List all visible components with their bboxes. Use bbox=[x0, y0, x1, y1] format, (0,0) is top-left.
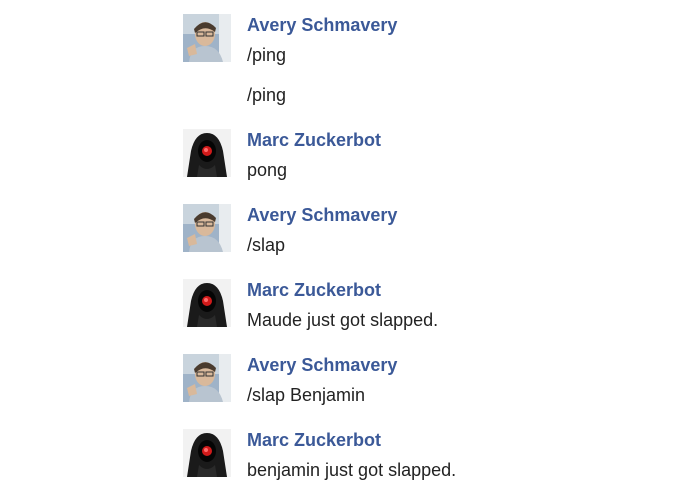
message-group: Marc Zuckerbot Maude just got slapped. bbox=[183, 279, 683, 339]
avery-photo-avatar[interactable] bbox=[183, 204, 231, 252]
message-group: Avery Schmavery /ping /ping bbox=[183, 14, 683, 114]
sender-name[interactable]: Avery Schmavery bbox=[247, 204, 683, 226]
sender-name[interactable]: Marc Zuckerbot bbox=[247, 129, 683, 151]
sender-name[interactable]: Avery Schmavery bbox=[247, 14, 683, 36]
hooded-robot-avatar[interactable] bbox=[183, 429, 231, 477]
sender-name[interactable]: Marc Zuckerbot bbox=[247, 429, 683, 451]
message-group: Marc Zuckerbot benjamin just got slapped… bbox=[183, 429, 683, 489]
chat-thread: Avery Schmavery /ping /ping Marc Zuckerb… bbox=[183, 14, 683, 489]
message-text: Maude just got slapped. bbox=[247, 310, 439, 330]
sender-name[interactable]: Avery Schmavery bbox=[247, 354, 683, 376]
message-text: /ping bbox=[247, 45, 287, 65]
avery-photo-avatar[interactable] bbox=[183, 14, 231, 62]
sender-name[interactable]: Marc Zuckerbot bbox=[247, 279, 683, 301]
message-text: benjamin just got slapped. bbox=[247, 460, 457, 480]
message-text: /slap bbox=[247, 235, 286, 255]
avery-photo-avatar[interactable] bbox=[183, 354, 231, 402]
message-text: /slap Benjamin bbox=[247, 385, 366, 405]
message-text: /ping bbox=[247, 85, 287, 105]
message-group: Avery Schmavery /slap bbox=[183, 204, 683, 264]
message-text: pong bbox=[247, 160, 288, 180]
hooded-robot-avatar[interactable] bbox=[183, 279, 231, 327]
message-group: Marc Zuckerbot pong bbox=[183, 129, 683, 189]
hooded-robot-avatar[interactable] bbox=[183, 129, 231, 177]
message-group: Avery Schmavery /slap Benjamin bbox=[183, 354, 683, 414]
